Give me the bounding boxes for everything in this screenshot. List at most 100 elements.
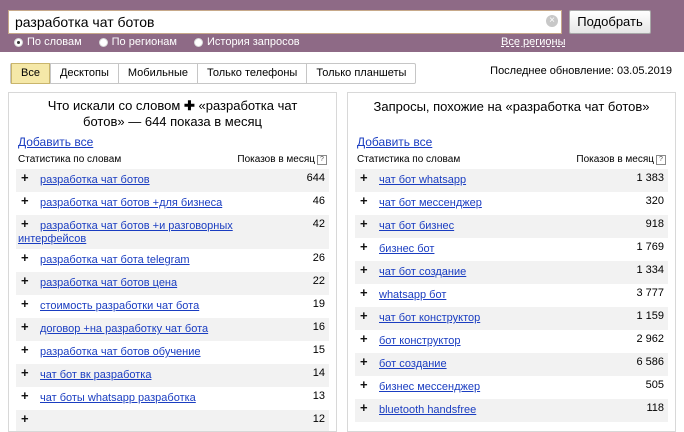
col-words-label: Статистика по словам: [18, 154, 122, 165]
table-row: + чат бот вк разработка 14: [16, 364, 329, 387]
phrase-link[interactable]: whatsapp бот: [379, 289, 628, 302]
phrase-link[interactable]: разработка чат ботов +для бизнеса: [40, 197, 289, 210]
mode-by-words-label: По словам: [27, 36, 82, 48]
add-phrase-icon[interactable]: +: [360, 355, 368, 368]
phrase-link[interactable]: чат бот бизнес: [379, 220, 628, 233]
mode-by-words[interactable]: По словам: [14, 36, 82, 48]
table-row: + чат боты whatsapp разработка 13: [16, 387, 329, 410]
phrase-link[interactable]: bluetooth handsfree: [379, 404, 628, 417]
left-panel-title: Что искали со словом ✚ «разработка чат б…: [9, 98, 336, 130]
phrase-link[interactable]: чат бот whatsapp: [379, 174, 628, 187]
phrase-link[interactable]: стоимость разработки чат бота: [40, 300, 289, 313]
help-icon[interactable]: ?: [317, 154, 327, 165]
shows-count: 14: [312, 367, 325, 379]
help-icon[interactable]: ?: [656, 154, 666, 165]
table-row: + чат бот бизнес 918: [355, 215, 668, 238]
add-phrase-icon[interactable]: +: [360, 309, 368, 322]
add-all-link[interactable]: Добавить все: [18, 135, 93, 149]
table-row: + разработка чат ботов +для бизнеса 46: [16, 192, 329, 215]
radio-history[interactable]: [194, 37, 203, 47]
add-phrase-icon[interactable]: +: [21, 412, 29, 425]
left-panel: Что искали со словом ✚ «разработка чат б…: [8, 92, 337, 432]
mode-history[interactable]: История запросов: [194, 36, 300, 48]
table-row: + разработка чат ботов 644: [16, 169, 329, 192]
shows-count: 320: [645, 195, 664, 207]
table-row: + стоимость разработки чат бота 19: [16, 295, 329, 318]
search-mode-group: По словам По регионам История запросов: [14, 34, 317, 50]
phrase-link[interactable]: договор +на разработку чат бота: [40, 323, 289, 336]
mode-by-regions[interactable]: По регионам: [98, 36, 177, 48]
add-phrase-icon[interactable]: +: [21, 297, 29, 310]
last-updated: Последнее обновление: 03.05.2019: [490, 65, 672, 77]
table-row: + whatsapp бот 3 777: [355, 284, 668, 307]
submit-button[interactable]: Подобрать: [569, 10, 651, 34]
phrase-link[interactable]: чат бот создание: [379, 266, 628, 279]
col-shows-header: Показов в месяц ?: [576, 154, 666, 165]
shows-count: 16: [312, 321, 325, 333]
left-rows: + разработка чат ботов 644 + разработка чат …: [16, 169, 329, 431]
add-phrase-icon[interactable]: +: [360, 378, 368, 391]
table-row: + разработка чат ботов обучение 15: [16, 341, 329, 364]
table-row: + чат бот создание 1 334: [355, 261, 668, 284]
col-words-label: Статистика по словам: [357, 154, 461, 165]
tab-desktops[interactable]: Десктопы: [49, 64, 118, 83]
phrase-link[interactable]: разработка чат ботов +и разговорных инте…: [18, 220, 249, 246]
phrase-link[interactable]: чат бот мессенджер: [379, 197, 628, 210]
search-panel: × Подобрать По словам По регионам Истори…: [0, 0, 684, 52]
left-column-headers: Статистика по словам Показов в месяц ?: [18, 154, 327, 168]
shows-count: 918: [645, 218, 664, 230]
phrase-link[interactable]: бот создание: [379, 358, 628, 371]
add-phrase-icon[interactable]: +: [21, 171, 29, 184]
clear-search-icon[interactable]: ×: [546, 15, 558, 27]
add-all-link[interactable]: Добавить все: [357, 135, 432, 149]
add-phrase-icon[interactable]: +: [21, 274, 29, 287]
phrase-link[interactable]: разработка чат ботов: [40, 174, 289, 187]
left-title-rest: «разработка чат: [198, 98, 298, 113]
add-phrase-icon[interactable]: +: [21, 389, 29, 402]
tab-tablets-only[interactable]: Только планшеты: [306, 64, 415, 83]
add-phrase-icon[interactable]: +: [21, 194, 29, 207]
add-phrase-icon[interactable]: +: [360, 263, 368, 276]
phrase-link[interactable]: разработка чат ботов цена: [40, 277, 289, 290]
add-phrase-icon[interactable]: +: [21, 320, 29, 333]
phrase-link[interactable]: разработка чат ботов обучение: [40, 346, 289, 359]
add-phrase-icon[interactable]: +: [360, 171, 368, 184]
right-panel-title: Запросы, похожие на «разработка чат бото…: [373, 99, 650, 114]
add-phrase-icon[interactable]: +: [360, 240, 368, 253]
plus-icon: ✚: [183, 98, 195, 113]
right-rows: + чат бот whatsapp 1 383 + чат бот мессендже…: [355, 169, 668, 422]
add-phrase-icon[interactable]: +: [360, 194, 368, 207]
add-phrase-icon[interactable]: +: [360, 217, 368, 230]
left-title-prefix: Что искали со словом: [47, 98, 181, 113]
phrase-link[interactable]: бот конструктор: [379, 335, 628, 348]
phrase-link[interactable]: чат бот конструктор: [379, 312, 628, 325]
phrase-link[interactable]: разработка чат бота telegram: [40, 254, 289, 267]
add-phrase-icon[interactable]: +: [360, 401, 368, 414]
col-shows-label: Показов в месяц: [237, 154, 315, 165]
add-phrase-icon[interactable]: +: [21, 251, 29, 264]
tab-all[interactable]: Все: [11, 63, 50, 84]
shows-count: 1 769: [636, 241, 664, 253]
radio-by-words[interactable]: [14, 37, 23, 47]
tab-mobile[interactable]: Мобильные: [117, 64, 197, 83]
table-row: + чат бот мессенджер 320: [355, 192, 668, 215]
add-phrase-icon[interactable]: +: [360, 332, 368, 345]
search-input[interactable]: [8, 10, 562, 34]
add-phrase-icon[interactable]: +: [360, 286, 368, 299]
add-phrase-icon[interactable]: +: [21, 343, 29, 356]
phrase-link[interactable]: чат боты whatsapp разработка: [40, 392, 289, 405]
phrase-link[interactable]: бизнес бот: [379, 243, 628, 256]
table-row: + бизнес мессенджер 505: [355, 376, 668, 399]
shows-count: 3 777: [636, 287, 664, 299]
tab-phones-only[interactable]: Только телефоны: [196, 64, 306, 83]
add-phrase-icon[interactable]: +: [21, 366, 29, 379]
table-row: + bluetooth handsfree 118: [355, 399, 668, 422]
table-row: + договор +на разработку чат бота 16: [16, 318, 329, 341]
phrase-link[interactable]: чат бот вк разработка: [40, 369, 289, 382]
shows-count: 118: [646, 402, 664, 414]
phrase-link[interactable]: бизнес мессенджер: [379, 381, 628, 394]
shows-count: 15: [312, 344, 325, 356]
all-regions-link[interactable]: Все регионы: [501, 34, 566, 50]
left-title-line2: ботов» — 644 показа в месяц: [83, 114, 262, 129]
radio-by-regions[interactable]: [98, 37, 108, 47]
